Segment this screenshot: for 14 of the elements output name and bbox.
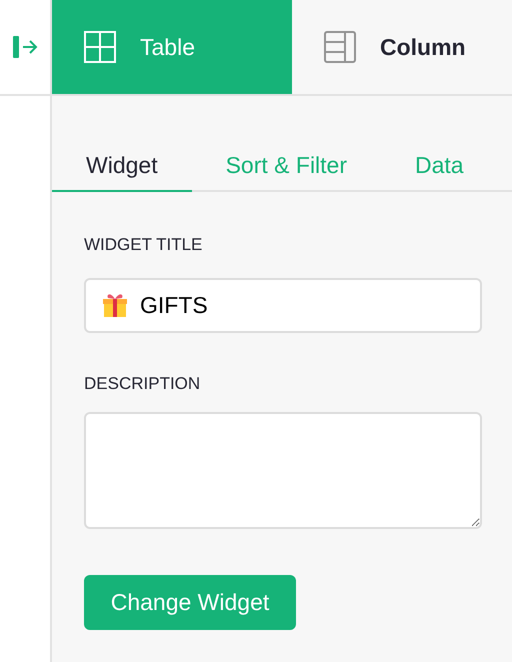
collapse-panel-icon[interactable] — [12, 35, 38, 59]
change-widget-button[interactable]: Change Widget — [84, 575, 296, 630]
layout-icon — [324, 31, 356, 63]
section-tab[interactable]: Widget — [52, 140, 192, 192]
field-label: WIDGET TITLE — [84, 234, 204, 256]
gift-icon — [102, 292, 128, 318]
view-tab[interactable]: Table — [52, 0, 292, 94]
description-field[interactable] — [84, 412, 482, 529]
section-tab[interactable]: Data — [381, 140, 498, 192]
field-label: DESCRIPTION — [84, 372, 202, 394]
section-tab[interactable]: Sort & Filter — [192, 140, 382, 192]
grid-icon — [84, 31, 116, 63]
view-tab[interactable]: Column — [292, 0, 512, 94]
title-input-field[interactable]: GIFTS — [84, 278, 482, 332]
